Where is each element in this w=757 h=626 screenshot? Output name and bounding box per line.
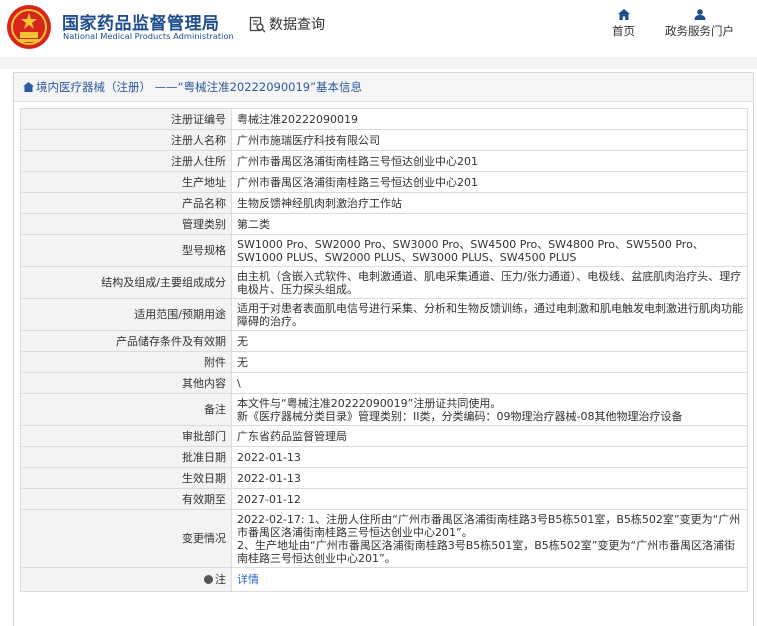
row-value: SW1000 Pro、SW2000 Pro、SW3000 Pro、SW4500 …: [231, 234, 748, 267]
row-label: 注册证编号: [20, 108, 232, 130]
row-label: 管理类别: [20, 213, 232, 235]
row-label: 产品储存条件及有效期: [20, 330, 232, 352]
row-value: 2022-01-13: [231, 446, 748, 468]
nav-gov-service-portal[interactable]: 政务服务门户: [665, 9, 734, 39]
row-label: 生效日期: [20, 467, 232, 489]
change-line: 2022-02-17: 1、注册人住所由“广州市番禺区洛浦街南桂路3号B5栋50…: [237, 512, 741, 539]
user-icon: [694, 9, 705, 20]
table-row: 注册人名称 广州市施瑞医疗科技有限公司: [20, 129, 748, 151]
breadcrumb: 境内医疗器械（注册） ——“粤械注准20222090019”基本信息: [14, 73, 753, 102]
row-label: 生产地址: [20, 171, 232, 193]
row-value: 无: [231, 330, 748, 352]
row-label: 有效期至: [20, 488, 232, 510]
note-label: 注: [215, 573, 226, 586]
breadcrumb-home-icon: [23, 82, 34, 92]
table-row: 型号规格 SW1000 Pro、SW2000 Pro、SW3000 Pro、SW4…: [20, 234, 748, 267]
row-label: 型号规格: [20, 234, 232, 267]
row-label: 其他内容: [20, 372, 232, 394]
nav-home-label: 首页: [612, 24, 635, 38]
remark-line: 新《医疗器械分类目录》管理类别：II类，分类编码：09物理治疗器械-08其他物理…: [237, 409, 683, 423]
table-row: 备注 本文件与“粤械注准20222090019”注册证共同使用。 新《医疗器械分类目…: [20, 393, 748, 426]
data-query-label: 数据查询: [269, 17, 325, 33]
table-row: 适用范围/预期用途 适用于对患者表面肌电信号进行采集、分析和生物反馈训练，通过电刺…: [20, 298, 748, 331]
data-search-icon: [249, 16, 266, 32]
home-icon: [617, 9, 630, 20]
table-row: 附件无: [20, 351, 748, 373]
row-label-note: 注: [20, 567, 232, 592]
row-label: 备注: [20, 393, 232, 426]
change-line: 2、生产地址由“广州市番禺区洛浦街南桂路3号B5栋501室，B5栋502室”变更…: [237, 538, 736, 565]
row-label: 结构及组成/主要组成成分: [20, 266, 232, 299]
row-value: 广州市施瑞医疗科技有限公司: [231, 129, 748, 151]
row-value: \: [231, 372, 748, 394]
row-label: 产品名称: [20, 192, 232, 214]
breadcrumb-text: 境内医疗器械（注册） ——“粤械注准20222090019”基本信息: [36, 80, 363, 94]
site-header: 国家药品监督管理局 National Medical Products Admi…: [0, 0, 757, 57]
table-row: 其他内容 \: [20, 372, 748, 394]
row-value: 2022-02-17: 1、注册人住所由“广州市番禺区洛浦街南桂路3号B5栋50…: [231, 509, 748, 568]
table-row: 注册证编号 粤械注准20222090019: [20, 108, 748, 130]
table-row: 变更情况 2022-02-17: 1、注册人住所由“广州市番禺区洛浦街南桂路3号B…: [20, 509, 748, 568]
row-value: 无: [231, 351, 748, 373]
row-label: 附件: [20, 351, 232, 373]
table-row: 批准日期 2022-01-13: [20, 446, 748, 468]
table-row: 产品名称 生物反馈神经肌肉刺激治疗工作站: [20, 192, 748, 214]
table-row: 有效期至 2027-01-12: [20, 488, 748, 510]
row-label: 批准日期: [20, 446, 232, 468]
row-label: 审批部门: [20, 425, 232, 447]
table-row: 生效日期 2022-01-13: [20, 467, 748, 489]
row-value: 广州市番禺区洛浦街南桂路三号恒达创业中心201: [231, 150, 748, 172]
row-value: 第二类: [231, 213, 748, 235]
table-row: 产品储存条件及有效期无: [20, 330, 748, 352]
table-row: 管理类别 第二类: [20, 213, 748, 235]
table-row: 审批部门 广东省药品监督管理局: [20, 425, 748, 447]
data-query-link[interactable]: 数据查询: [249, 14, 325, 34]
details-link[interactable]: 详情: [237, 573, 259, 586]
row-value: 详情: [231, 567, 748, 592]
remark-line: 本文件与“粤械注准20222090019”注册证共同使用。: [237, 396, 502, 410]
header-divider: [0, 57, 757, 69]
table-row: 注详情: [20, 567, 748, 592]
detail-panel: 境内医疗器械（注册） ——“粤械注准20222090019”基本信息 注册证编号…: [13, 72, 754, 626]
registration-info-table: 注册证编号 粤械注准20222090019 注册人名称 广州市施瑞医疗科技有限公司 …: [20, 108, 748, 592]
nav-home[interactable]: 首页: [612, 9, 635, 39]
row-value: 本文件与“粤械注准20222090019”注册证共同使用。 新《医疗器械分类目录》…: [231, 393, 748, 426]
row-value: 2027-01-12: [231, 488, 748, 510]
table-row: 结构及组成/主要组成成分 由主机（含嵌入式软件、电刺激通道、肌电采集通道、压力/张…: [20, 266, 748, 299]
national-emblem-logo: [7, 5, 51, 49]
row-label: 适用范围/预期用途: [20, 298, 232, 331]
row-value: 广州市番禺区洛浦街南桂路三号恒达创业中心201: [231, 171, 748, 193]
org-name-en: National Medical Products Administration: [63, 31, 234, 41]
table-row: 注册人住所 广州市番禺区洛浦街南桂路三号恒达创业中心201: [20, 150, 748, 172]
row-value: 广东省药品监督管理局: [231, 425, 748, 447]
row-value: 由主机（含嵌入式软件、电刺激通道、肌电采集通道、压力/张力通道）、电极线、盆底肌…: [231, 266, 748, 299]
row-label: 注册人名称: [20, 129, 232, 151]
row-value: 生物反馈神经肌肉刺激治疗工作站: [231, 192, 748, 214]
row-value: 2022-01-13: [231, 467, 748, 489]
info-icon: [204, 575, 213, 584]
nav-portal-label: 政务服务门户: [665, 24, 734, 38]
row-label: 注册人住所: [20, 150, 232, 172]
table-row: 生产地址 广州市番禺区洛浦街南桂路三号恒达创业中心201: [20, 171, 748, 193]
row-label: 变更情况: [20, 509, 232, 568]
row-value: 粤械注准20222090019: [231, 108, 748, 130]
row-value: 适用于对患者表面肌电信号进行采集、分析和生物反馈训练，通过电刺激和肌电触发电刺激…: [231, 298, 748, 331]
